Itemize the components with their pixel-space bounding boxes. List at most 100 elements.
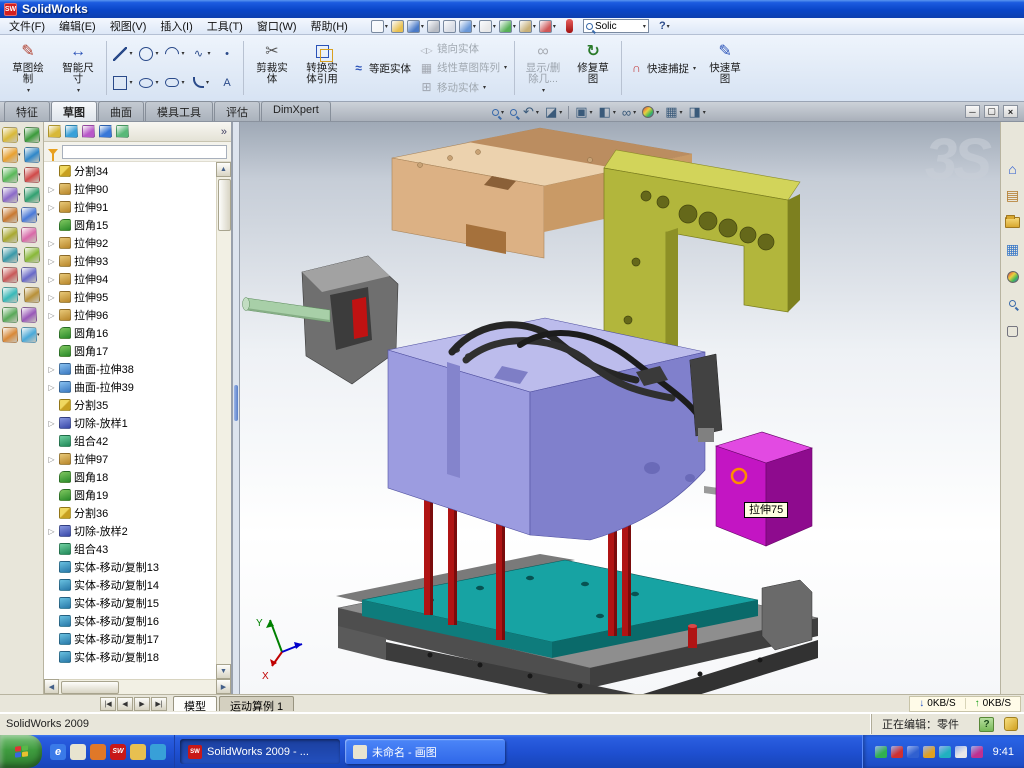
internet-explorer-quicklaunch-icon[interactable]: e xyxy=(50,744,66,760)
feature-tree-item[interactable]: ▷曲面-拉伸38 xyxy=(44,360,216,378)
tray-icon-4[interactable] xyxy=(939,746,951,758)
tray-icon-6[interactable] xyxy=(971,746,983,758)
property-manager-tab[interactable] xyxy=(65,125,78,138)
feature-tree-item[interactable]: 圆角18 xyxy=(44,468,216,486)
panel-splitter[interactable] xyxy=(232,122,240,694)
tray-icon-3[interactable] xyxy=(923,746,935,758)
motion-nav-button-0[interactable]: |◀ xyxy=(100,697,116,711)
dropdown-arrow-icon[interactable]: ▾ xyxy=(18,132,21,138)
sketch-tool-text-button[interactable]: A xyxy=(215,68,239,97)
offset-entities-button[interactable]: 等距实体 xyxy=(348,60,414,77)
feature-tree-item[interactable]: ▷拉伸96 xyxy=(44,306,216,324)
tree-filter-input[interactable] xyxy=(62,145,227,159)
dropdown-arrow-icon[interactable]: ▾ xyxy=(590,109,593,116)
search-input[interactable]: Solic ▾ xyxy=(583,19,649,33)
move-entities-button[interactable]: 移动实体 ▾ xyxy=(416,79,510,96)
expand-arrow-icon[interactable]: ▷ xyxy=(47,455,56,464)
convert-entities-button[interactable]: 转换实体引用 xyxy=(298,37,346,99)
dropdown-arrow-icon[interactable]: ▾ xyxy=(18,252,21,258)
file-explorer-button[interactable] xyxy=(1004,214,1021,231)
dropdown-arrow-icon[interactable]: ▾ xyxy=(37,332,40,338)
feature-tree-item[interactable]: 圆角15 xyxy=(44,216,216,234)
menu-视图(V)[interactable]: 视图(V) xyxy=(103,20,154,34)
left-toolbar-button-9[interactable]: ▾ xyxy=(21,207,40,223)
tab-草图[interactable]: 草图 xyxy=(51,101,97,121)
view-palette-button[interactable] xyxy=(1004,241,1021,258)
section-view-button[interactable]: ▾ xyxy=(545,104,562,120)
dropdown-arrow-icon[interactable]: ▾ xyxy=(553,23,556,30)
dropdown-arrow-icon[interactable]: ▾ xyxy=(207,50,210,57)
scroll-right-button[interactable] xyxy=(216,679,231,694)
dropdown-arrow-icon[interactable]: ▾ xyxy=(703,109,706,116)
menu-文件(F)[interactable]: 文件(F) xyxy=(2,20,52,34)
scroll-down-button[interactable] xyxy=(216,664,231,679)
show-desktop-quicklaunch-icon[interactable] xyxy=(70,744,86,760)
dropdown-arrow-icon[interactable]: ▾ xyxy=(421,23,424,30)
left-toolbar-button-5[interactable] xyxy=(24,167,40,183)
menu-编辑(E)[interactable]: 编辑(E) xyxy=(52,20,103,34)
sketch-tool-point-button[interactable]: • xyxy=(215,39,239,68)
feature-tree-item[interactable]: 实体-移动/复制16 xyxy=(44,612,216,630)
feature-tree-item[interactable]: ▷拉伸93 xyxy=(44,252,216,270)
motion-nav-button-3[interactable]: ▶| xyxy=(151,697,167,711)
model-part-mold-block[interactable] xyxy=(388,318,726,540)
tray-icon-1[interactable] xyxy=(891,746,903,758)
tab-模具工具[interactable]: 模具工具 xyxy=(145,101,213,121)
expand-arrow-icon[interactable]: ▷ xyxy=(47,293,56,302)
menu-窗口(W)[interactable]: 窗口(W) xyxy=(250,20,304,34)
taskbar-task-solidworks[interactable]: SWSolidWorks 2009 - ... xyxy=(180,739,340,764)
left-toolbar-button-10[interactable] xyxy=(2,227,18,243)
tree-horizontal-scrollbar[interactable] xyxy=(44,679,231,694)
linear-sketch-pattern-button[interactable]: 线性草图阵列 ▾ xyxy=(416,59,510,76)
menu-插入(I)[interactable]: 插入(I) xyxy=(153,20,199,34)
left-toolbar-button-12[interactable]: ▾ xyxy=(2,247,21,263)
display-style-button[interactable]: ▾ xyxy=(599,104,616,120)
left-toolbar-button-19[interactable] xyxy=(21,307,37,323)
tray-icon-2[interactable] xyxy=(907,746,919,758)
feature-tree-item[interactable]: ▷拉伸95 xyxy=(44,288,216,306)
feature-tree-item[interactable]: 圆角19 xyxy=(44,486,216,504)
dropdown-arrow-icon[interactable]: ▾ xyxy=(181,50,184,57)
rapid-sketch-button[interactable]: 快速草图 xyxy=(701,37,749,99)
dropdown-arrow-icon[interactable]: ▾ xyxy=(129,79,132,86)
tray-icon-0[interactable] xyxy=(875,746,887,758)
motion-nav-button-1[interactable]: ◀ xyxy=(117,697,133,711)
dropdown-arrow-icon[interactable]: ▾ xyxy=(181,79,184,86)
splitter-handle[interactable] xyxy=(234,385,238,421)
toolbar-overflow-icon[interactable]: ▾ xyxy=(667,23,670,30)
feature-tree-item[interactable]: ▷拉伸90 xyxy=(44,180,216,198)
left-toolbar-button-2[interactable]: ▾ xyxy=(2,147,21,163)
feature-tree-item[interactable]: 实体-移动/复制17 xyxy=(44,630,216,648)
expand-arrow-icon[interactable]: ▷ xyxy=(47,365,56,374)
feature-manager-tab[interactable] xyxy=(48,125,61,138)
feature-tree-item[interactable]: 实体-移动/复制13 xyxy=(44,558,216,576)
left-toolbar-button-17[interactable] xyxy=(24,287,40,303)
tab-DimXpert[interactable]: DimXpert xyxy=(261,101,331,121)
quick-snaps-button[interactable]: 快速捕捉 ▾ xyxy=(626,60,699,77)
open-button[interactable] xyxy=(391,20,404,33)
filter-funnel-icon[interactable] xyxy=(48,149,58,155)
dropdown-arrow-icon[interactable]: ▾ xyxy=(473,23,476,30)
left-toolbar-button-0[interactable]: ▾ xyxy=(2,127,21,143)
left-toolbar-button-18[interactable] xyxy=(2,307,18,323)
new-button[interactable]: ▾ xyxy=(371,20,388,33)
dropdown-arrow-icon[interactable]: ▾ xyxy=(129,50,132,57)
rebuild-button[interactable]: ▾ xyxy=(499,20,516,33)
tray-icon-5[interactable] xyxy=(955,746,967,758)
undo-button[interactable]: ▾ xyxy=(459,20,476,33)
doc-restore-button[interactable] xyxy=(984,105,999,118)
left-toolbar-button-20[interactable] xyxy=(2,327,18,343)
feature-tree-item[interactable]: 分割36 xyxy=(44,504,216,522)
left-toolbar-button-11[interactable] xyxy=(21,227,37,243)
dropdown-arrow-icon[interactable]: ▾ xyxy=(18,192,21,198)
menu-帮助(H)[interactable]: 帮助(H) xyxy=(304,20,355,34)
options-button[interactable]: ▾ xyxy=(519,20,536,33)
sketch-tool-slot-button[interactable]: ▾ xyxy=(163,68,187,97)
search-button[interactable] xyxy=(1004,295,1021,312)
home-button[interactable] xyxy=(1004,160,1021,177)
feature-tree-item[interactable]: ▷切除-放样1 xyxy=(44,414,216,432)
doc-tab-运动算例 1[interactable]: 运动算例 1 xyxy=(219,696,294,711)
display-manager-tab[interactable] xyxy=(116,125,129,138)
display-delete-relations-button[interactable]: 显示/删除几... ▾ xyxy=(519,37,567,99)
doc-close-button[interactable] xyxy=(1003,105,1018,118)
